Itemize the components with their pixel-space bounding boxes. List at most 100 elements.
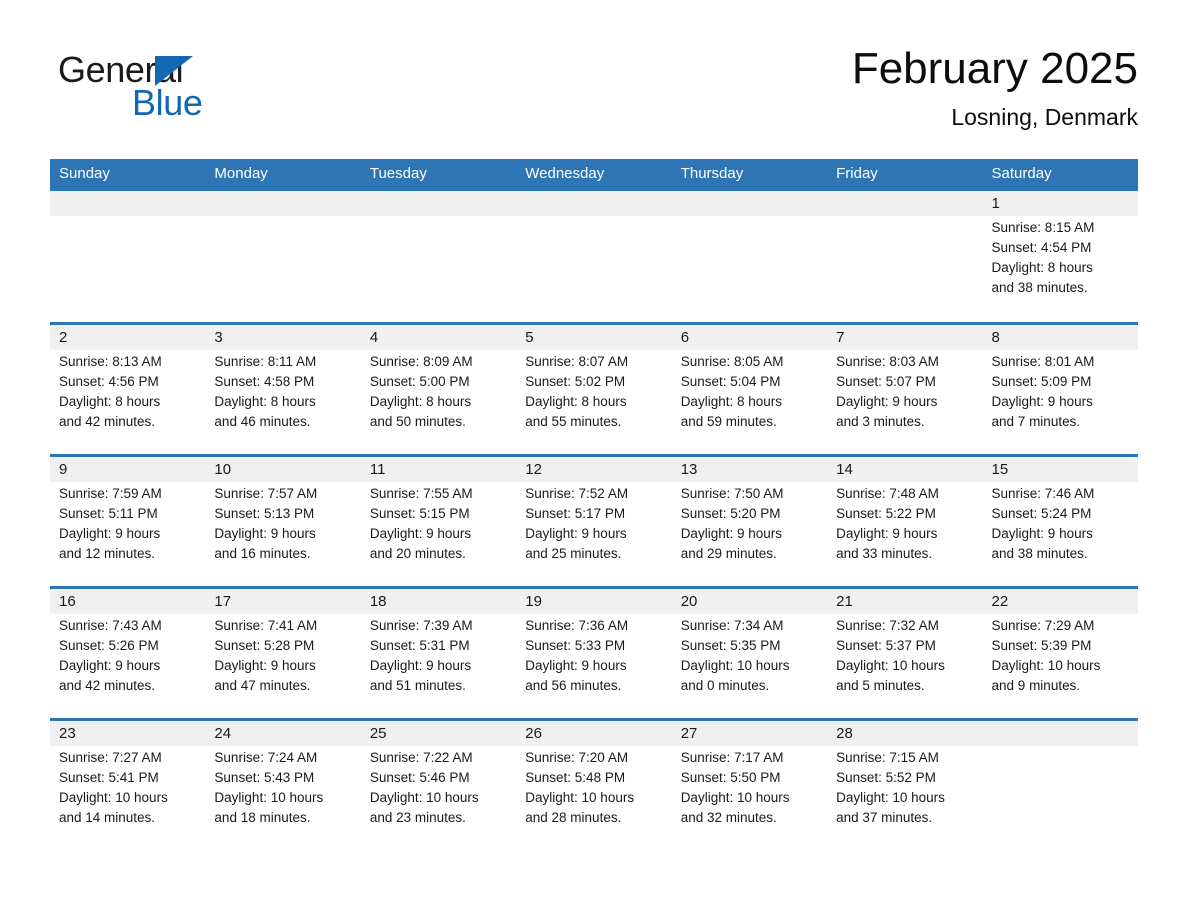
weekday-header-monday: Monday bbox=[214, 165, 268, 182]
day-info-line: Sunset: 5:17 PM bbox=[525, 506, 626, 521]
day-cell[interactable]: 8 Sunrise: 8:01 AM Sunset: 5:09 PM Daylight… bbox=[983, 325, 1138, 454]
day-number: 20 bbox=[680, 593, 698, 610]
day-number: 5 bbox=[525, 329, 534, 346]
day-info-line: Daylight: 10 hours bbox=[836, 790, 945, 805]
day-info-line: Daylight: 8 hours bbox=[59, 394, 161, 409]
day-cell[interactable]: 18 Sunrise: 7:39 AM Sunset: 5:31 PM Dayligh… bbox=[361, 589, 516, 718]
calendar-week-row: 23 Sunrise: 7:27 AM Sunset: 5:41 PM Dayligh… bbox=[50, 718, 1138, 850]
day-cell[interactable]: 6 Sunrise: 8:05 AM Sunset: 5:04 PM Daylight… bbox=[672, 325, 827, 454]
day-sun-info: Sunrise: 8:15 AM Sunset: 4:54 PM Daylight:… bbox=[992, 218, 1134, 298]
day-sun-info: Sunrise: 7:48 AM Sunset: 5:22 PM Daylight:… bbox=[836, 484, 978, 564]
day-cell[interactable]: 11 Sunrise: 7:55 AM Sunset: 5:15 PM Dayligh… bbox=[361, 457, 516, 586]
day-info-line: Sunset: 5:52 PM bbox=[836, 770, 936, 785]
weekday-header-friday: Friday bbox=[836, 165, 878, 182]
day-number: 27 bbox=[680, 725, 698, 742]
day-cell[interactable]: 26 Sunrise: 7:20 AM Sunset: 5:48 PM Dayligh… bbox=[516, 721, 671, 850]
day-info-line: Sunset: 5:15 PM bbox=[369, 506, 470, 521]
day-cell[interactable]: 4 Sunrise: 8:09 AM Sunset: 5:00 PM Daylight… bbox=[361, 325, 516, 454]
day-info-line: Sunset: 4:58 PM bbox=[214, 374, 315, 389]
day-cell[interactable]: 20 Sunrise: 7:34 AM Sunset: 5:35 PM Dayligh… bbox=[672, 589, 827, 718]
day-number: 25 bbox=[369, 725, 387, 742]
page-title: February 2025 bbox=[851, 44, 1138, 93]
day-info-line: Daylight: 8 hours bbox=[525, 394, 627, 409]
day-info-line: Daylight: 9 hours bbox=[991, 394, 1093, 409]
day-sun-info: Sunrise: 7:41 AM Sunset: 5:28 PM Daylight:… bbox=[214, 616, 356, 696]
day-info-line: Sunrise: 8:13 AM bbox=[59, 354, 162, 369]
day-cell[interactable]: 3 Sunrise: 8:11 AM Sunset: 4:58 PM Daylight… bbox=[205, 325, 360, 454]
day-info-line: Daylight: 9 hours bbox=[680, 526, 782, 541]
page-header: General Blue February 2025 Losning, Denm… bbox=[50, 42, 1138, 147]
day-cell[interactable]: 27 Sunrise: 7:17 AM Sunset: 5:50 PM Dayligh… bbox=[672, 721, 827, 850]
day-sun-info: Sunrise: 8:05 AM Sunset: 5:04 PM Daylight:… bbox=[681, 352, 823, 432]
day-info-line: Daylight: 10 hours bbox=[525, 790, 635, 805]
day-cell[interactable]: 23 Sunrise: 7:27 AM Sunset: 5:41 PM Dayligh… bbox=[50, 721, 205, 850]
day-sun-info: Sunrise: 7:36 AM Sunset: 5:33 PM Daylight:… bbox=[525, 616, 667, 696]
day-cell[interactable]: 14 Sunrise: 7:48 AM Sunset: 5:22 PM Dayligh… bbox=[827, 457, 982, 586]
day-cell[interactable]: 16 Sunrise: 7:43 AM Sunset: 5:26 PM Dayligh… bbox=[50, 589, 205, 718]
day-number: 24 bbox=[214, 725, 232, 742]
day-info-line: Sunset: 5:09 PM bbox=[991, 374, 1092, 389]
day-info-line: and 12 minutes. bbox=[59, 546, 156, 561]
day-cell[interactable]: 24 Sunrise: 7:24 AM Sunset: 5:43 PM Dayligh… bbox=[205, 721, 360, 850]
day-sun-info: Sunrise: 7:27 AM Sunset: 5:41 PM Daylight:… bbox=[59, 748, 201, 828]
day-cell[interactable]: 10 Sunrise: 7:57 AM Sunset: 5:13 PM Dayligh… bbox=[205, 457, 360, 586]
day-info-line: and 3 minutes. bbox=[836, 414, 925, 429]
day-info-line: Sunrise: 7:20 AM bbox=[525, 750, 629, 765]
calendar-page: General Blue February 2025 Losning, Denm… bbox=[0, 0, 1188, 918]
day-cell[interactable]: 1 Sunrise: 8:15 AM Sunset: 4:54 PM Daylight… bbox=[983, 191, 1138, 322]
day-number: 8 bbox=[991, 329, 1000, 346]
day-info-line: and 55 minutes. bbox=[525, 414, 622, 429]
day-number: 6 bbox=[680, 329, 690, 346]
day-info-line: Daylight: 10 hours bbox=[369, 790, 479, 805]
day-cell[interactable]: 25 Sunrise: 7:22 AM Sunset: 5:46 PM Dayligh… bbox=[361, 721, 516, 850]
day-sun-info: Sunrise: 7:59 AM Sunset: 5:11 PM Daylight:… bbox=[59, 484, 201, 564]
day-info-line: Sunset: 5:46 PM bbox=[369, 770, 470, 785]
day-cell[interactable]: 28 Sunrise: 7:15 AM Sunset: 5:52 PM Dayligh… bbox=[827, 721, 982, 850]
day-cell-empty bbox=[516, 191, 671, 322]
day-info-line: Sunrise: 8:09 AM bbox=[369, 354, 473, 369]
day-cell[interactable]: 5 Sunrise: 8:07 AM Sunset: 5:02 PM Daylight… bbox=[516, 325, 671, 454]
week-cells: 23 Sunrise: 7:27 AM Sunset: 5:41 PM Dayligh… bbox=[50, 721, 1138, 850]
day-info-line: and 46 minutes. bbox=[214, 414, 311, 429]
day-cell[interactable]: 22 Sunrise: 7:29 AM Sunset: 5:39 PM Dayligh… bbox=[983, 589, 1138, 718]
day-cell[interactable]: 7 Sunrise: 8:03 AM Sunset: 5:07 PM Daylight… bbox=[827, 325, 982, 454]
day-info-line: Sunrise: 7:24 AM bbox=[214, 750, 318, 765]
day-number: 19 bbox=[525, 593, 542, 610]
day-info-line: and 0 minutes. bbox=[680, 678, 770, 693]
day-info-line: Daylight: 9 hours bbox=[525, 526, 627, 541]
day-number: 23 bbox=[59, 725, 76, 742]
day-info-line: Sunrise: 7:22 AM bbox=[369, 750, 473, 765]
day-info-line: and 9 minutes. bbox=[991, 678, 1081, 693]
day-info-line: Daylight: 9 hours bbox=[836, 394, 938, 409]
weekday-header-wednesday: Wednesday bbox=[525, 165, 605, 182]
day-info-line: Sunrise: 7:46 AM bbox=[991, 486, 1095, 501]
day-info-line: Sunset: 5:39 PM bbox=[991, 638, 1092, 653]
day-cell-empty bbox=[827, 191, 982, 322]
day-number: 22 bbox=[991, 593, 1009, 610]
day-info-line: Sunrise: 7:32 AM bbox=[836, 618, 939, 633]
day-sun-info: Sunrise: 7:34 AM Sunset: 5:35 PM Daylight:… bbox=[681, 616, 823, 696]
generalblue-logo[interactable]: General Blue bbox=[58, 50, 318, 140]
day-sun-info: Sunrise: 8:01 AM Sunset: 5:09 PM Daylight:… bbox=[992, 352, 1134, 432]
day-info-line: and 38 minutes. bbox=[991, 280, 1088, 295]
day-cell[interactable]: 21 Sunrise: 7:32 AM Sunset: 5:37 PM Dayligh… bbox=[827, 589, 982, 718]
day-cell[interactable]: 19 Sunrise: 7:36 AM Sunset: 5:33 PM Dayligh… bbox=[516, 589, 671, 718]
day-number: 7 bbox=[836, 329, 845, 346]
day-info-line: Sunrise: 7:34 AM bbox=[680, 618, 784, 633]
day-cell[interactable]: 15 Sunrise: 7:46 AM Sunset: 5:24 PM Dayligh… bbox=[983, 457, 1138, 586]
day-info-line: Sunset: 5:33 PM bbox=[525, 638, 626, 653]
calendar-table: Sunday Monday Tuesday Wednesday Thursday Frid… bbox=[50, 159, 1138, 850]
day-sun-info: Sunrise: 7:17 AM Sunset: 5:50 PM Daylight:… bbox=[681, 748, 823, 828]
day-info-line: Sunset: 5:31 PM bbox=[369, 638, 470, 653]
day-info-line: Daylight: 8 hours bbox=[214, 394, 316, 409]
day-cell[interactable]: 12 Sunrise: 7:52 AM Sunset: 5:17 PM Dayligh… bbox=[516, 457, 671, 586]
day-info-line: Sunrise: 8:15 AM bbox=[991, 220, 1095, 235]
day-info-line: Daylight: 8 hours bbox=[369, 394, 472, 409]
day-cell[interactable]: 9 Sunrise: 7:59 AM Sunset: 5:11 PM Daylight… bbox=[50, 457, 205, 586]
day-cell[interactable]: 17 Sunrise: 7:41 AM Sunset: 5:28 PM Dayligh… bbox=[205, 589, 360, 718]
day-number: 11 bbox=[369, 461, 386, 478]
day-cell[interactable]: 2 Sunrise: 8:13 AM Sunset: 4:56 PM Daylight… bbox=[50, 325, 205, 454]
day-info-line: Daylight: 9 hours bbox=[836, 526, 938, 541]
day-info-line: and 42 minutes. bbox=[59, 414, 156, 429]
day-cell[interactable]: 13 Sunrise: 7:50 AM Sunset: 5:20 PM Dayligh… bbox=[672, 457, 827, 586]
